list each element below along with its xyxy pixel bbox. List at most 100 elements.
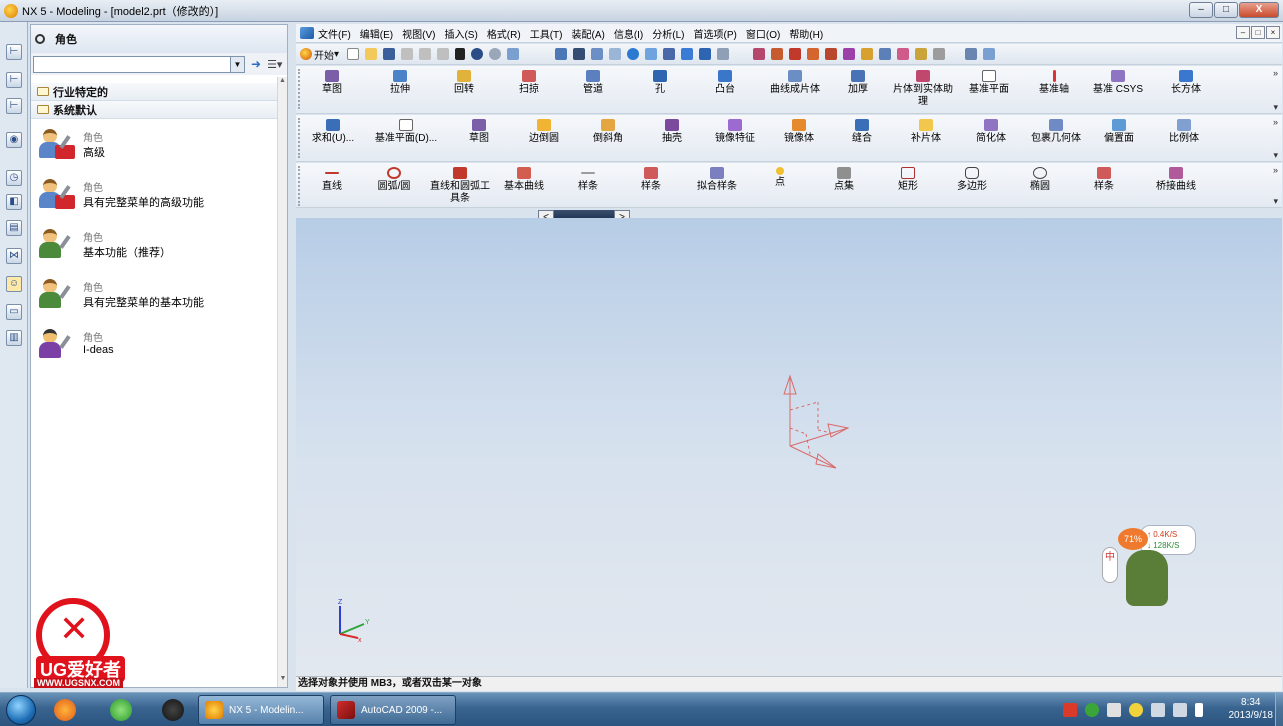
view-orient-icon[interactable]: [663, 48, 676, 60]
menu-format[interactable]: 格式(R): [487, 26, 521, 41]
snap-curve-icon[interactable]: [879, 48, 892, 60]
delete-icon[interactable]: [455, 48, 466, 60]
spline-button-2[interactable]: 样条: [1084, 167, 1124, 193]
start-button[interactable]: 开始 ▾: [300, 47, 339, 62]
clock[interactable]: 8:34 2013/9/18: [1229, 696, 1274, 722]
chevron-down-icon[interactable]: ▼: [230, 56, 244, 72]
qq-icon[interactable]: [162, 699, 184, 721]
open-icon[interactable]: [365, 48, 378, 60]
hole-button[interactable]: 孔: [640, 70, 680, 96]
datum-plane-dropdown-button[interactable]: 基准平面(D)...: [366, 119, 446, 145]
menu-tools[interactable]: 工具(T): [530, 26, 563, 41]
web-browser-icon[interactable]: ▭: [6, 304, 22, 320]
firefox-icon[interactable]: [54, 699, 76, 721]
copy-icon[interactable]: [419, 48, 432, 60]
menu-analysis[interactable]: 分析(L): [652, 26, 684, 41]
edge-blend-button[interactable]: 边倒圆: [524, 119, 564, 145]
fit-icon[interactable]: [555, 48, 568, 60]
tray-app-icon[interactable]: [1107, 703, 1121, 717]
zoom-icon[interactable]: [609, 48, 622, 60]
reuse-library-icon[interactable]: ◉: [6, 132, 22, 148]
new-icon[interactable]: [347, 48, 360, 60]
history-icon[interactable]: ◷: [6, 170, 22, 186]
role-advanced-full-menus[interactable]: 角色 具有完整菜单的高级功能: [39, 179, 204, 213]
volume-icon[interactable]: [1173, 703, 1187, 717]
thicken-button[interactable]: 加厚: [838, 70, 878, 96]
snap-quadrant-icon[interactable]: [843, 48, 856, 60]
block-button[interactable]: 长方体: [1166, 70, 1206, 96]
shaded-icon[interactable]: [573, 48, 586, 60]
menu-insert[interactable]: 插入(S): [444, 26, 477, 41]
taskbar-autocad[interactable]: AutoCAD 2009 -...: [330, 695, 456, 725]
menu-assemblies[interactable]: 装配(A): [571, 26, 604, 41]
sketch-button[interactable]: 草图: [312, 70, 352, 96]
snap-point-icon[interactable]: [861, 48, 874, 60]
go-arrow-icon[interactable]: ➜: [251, 57, 261, 71]
scroll-down-icon[interactable]: ▼: [278, 675, 288, 687]
role-advanced[interactable]: 角色 高级: [39, 129, 105, 163]
redo-icon[interactable]: [489, 48, 502, 60]
rotate-icon[interactable]: [627, 48, 640, 60]
shell-button[interactable]: 抽壳: [652, 119, 692, 145]
polygon-button[interactable]: 多边形: [950, 167, 994, 193]
group-system-default[interactable]: 系统默认: [31, 101, 287, 119]
scroll-up-icon[interactable]: ▲: [278, 77, 287, 89]
fit-spline-button[interactable]: 拟合样条: [691, 167, 743, 193]
security-icon[interactable]: [1085, 703, 1099, 717]
basic-curves-button[interactable]: 基本曲线: [500, 167, 548, 193]
menu-help[interactable]: 帮助(H): [789, 26, 823, 41]
unite-button[interactable]: 求和(U)...: [306, 119, 360, 145]
bridge-curve-button[interactable]: 桥接曲线: [1140, 167, 1212, 193]
spline-button[interactable]: 样条: [568, 167, 608, 193]
list-options-icon[interactable]: ☰▾: [267, 58, 282, 71]
cut-icon[interactable]: [401, 48, 414, 60]
maximize-button[interactable]: □: [1214, 2, 1238, 18]
datum-csys-button[interactable]: 基准 CSYS: [1090, 70, 1146, 96]
menu-edit[interactable]: 编辑(E): [360, 26, 393, 41]
sweep-button[interactable]: 扫掠: [509, 70, 549, 96]
snap-intersection-icon[interactable]: [807, 48, 820, 60]
point-set-button[interactable]: 点集: [824, 167, 864, 193]
tray-app2-icon[interactable]: [1129, 703, 1143, 717]
analysis-icon[interactable]: [983, 48, 996, 60]
menu-view[interactable]: 视图(V): [402, 26, 435, 41]
snap-control-icon[interactable]: [789, 48, 802, 60]
snap-center-icon[interactable]: [825, 48, 838, 60]
show-desktop-button[interactable]: [1275, 693, 1283, 726]
taskbar-nx[interactable]: NX 5 - Modelin...: [198, 695, 324, 725]
curve-to-sheet-button[interactable]: 曲线成片体: [765, 70, 825, 96]
sogou-ime-icon[interactable]: [1063, 703, 1077, 717]
point-button[interactable]: 点: [760, 167, 800, 189]
extrude-button[interactable]: 拉伸: [380, 70, 420, 96]
menu-file[interactable]: 文件(F): [318, 26, 351, 41]
command-finder-icon[interactable]: [507, 48, 520, 60]
mirror-feature-button[interactable]: 镜像特征: [710, 119, 760, 145]
tube-button[interactable]: 管道: [573, 70, 613, 96]
wrap-geometry-button[interactable]: 包裹几何体: [1026, 119, 1086, 145]
snap-bounded-icon[interactable]: [915, 48, 928, 60]
palette-icon[interactable]: ▤: [6, 220, 22, 236]
simplify-body-button[interactable]: 简化体: [971, 119, 1011, 145]
doc-close-button[interactable]: ×: [1266, 26, 1280, 39]
snap-options-icon[interactable]: [933, 48, 946, 60]
process-studio-icon[interactable]: ⋈: [6, 248, 22, 264]
render-style-icon[interactable]: [681, 48, 694, 60]
offset-face-button[interactable]: 偏置面: [1097, 119, 1141, 145]
role-essentials[interactable]: 角色 基本功能（推荐）: [39, 229, 171, 263]
doc-minimize-button[interactable]: –: [1236, 26, 1250, 39]
save-icon[interactable]: [383, 48, 396, 60]
menu-information[interactable]: 信息(I): [614, 26, 643, 41]
scale-body-button[interactable]: 比例体: [1162, 119, 1206, 145]
line-arc-toolbar-button[interactable]: 直线和圆弧工具条: [428, 167, 492, 205]
pan-icon[interactable]: [645, 48, 658, 60]
line-button[interactable]: 直线: [312, 167, 352, 193]
snap-endpoint-icon[interactable]: [753, 48, 766, 60]
system-materials-icon[interactable]: ◧: [6, 194, 22, 210]
role-ideas[interactable]: 角色 I-deas: [39, 329, 114, 363]
constraint-navigator-icon[interactable]: ⊢: [6, 72, 22, 88]
rectangle-button[interactable]: 矩形: [888, 167, 928, 193]
pin-icon[interactable]: [35, 34, 45, 44]
assembly-navigator-icon[interactable]: ⊢: [6, 44, 22, 60]
patch-body-button[interactable]: 补片体: [906, 119, 946, 145]
roles-panel-scrollbar[interactable]: ▲ ▼: [277, 77, 287, 687]
